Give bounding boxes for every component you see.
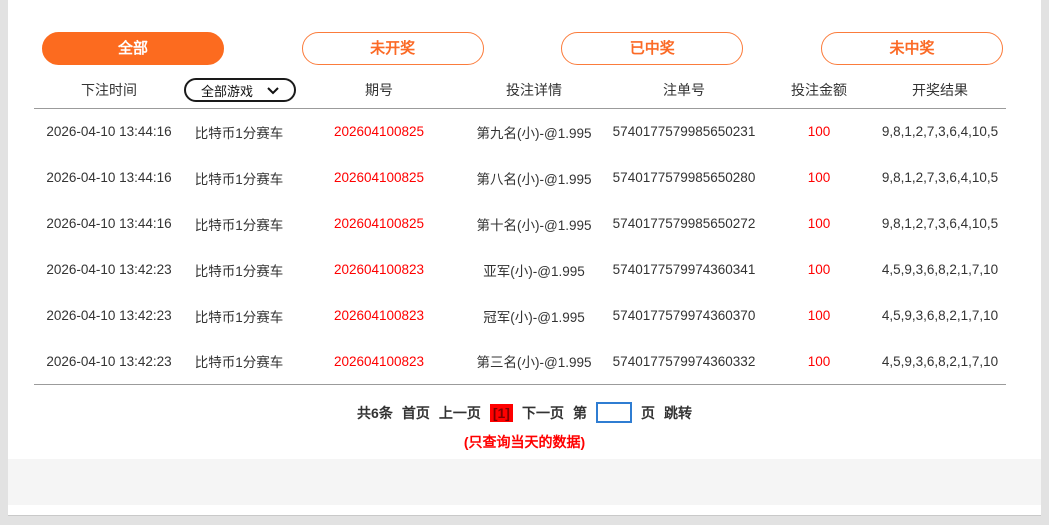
bet-records-panel: 全部 未开奖 已中奖 未中奖 下注时间 全部游戏 <box>8 0 1041 459</box>
game-name-cell: 比特币1分赛车 <box>184 247 294 293</box>
draw-result-cell: 9,8,1,2,7,3,6,4,10,5 <box>874 155 1006 201</box>
next-page-link[interactable]: 下一页 <box>522 403 564 423</box>
bet-time-cell: 2026-04-10 13:42:23 <box>34 247 184 293</box>
bet-time-cell: 2026-04-10 13:44:16 <box>34 109 184 155</box>
period-number-cell: 202604100825 <box>294 155 464 201</box>
draw-result-cell: 9,8,1,2,7,3,6,4,10,5 <box>874 201 1006 247</box>
bet-amount-cell: 100 <box>764 201 874 247</box>
bet-time-cell: 2026-04-10 13:42:23 <box>34 339 184 385</box>
chevron-down-icon <box>267 87 279 95</box>
header-period: 期号 <box>294 78 464 109</box>
bet-detail-cell: 冠军(小)-@1.995 <box>464 293 604 339</box>
header-order-number: 注单号 <box>604 78 764 109</box>
table-row: 2026-04-10 13:44:16 比特币1分赛车 202604100825… <box>34 155 1006 201</box>
order-number-cell: 5740177579985650272 <box>604 201 764 247</box>
header-bet-amount: 投注金额 <box>764 78 874 109</box>
page-number-input[interactable] <box>596 402 632 423</box>
pagination: 共6条 首页 上一页 [1] 下一页 第 页 跳转 <box>8 402 1041 423</box>
bet-time-cell: 2026-04-10 13:44:16 <box>34 155 184 201</box>
bet-detail-cell: 第十名(小)-@1.995 <box>464 201 604 247</box>
table-row: 2026-04-10 13:42:23 比特币1分赛车 202604100823… <box>34 339 1006 385</box>
draw-result-cell: 4,5,9,3,6,8,2,1,7,10 <box>874 293 1006 339</box>
period-number-cell: 202604100825 <box>294 109 464 155</box>
filter-all-button[interactable]: 全部 <box>42 32 224 65</box>
first-page-link[interactable]: 首页 <box>402 403 430 423</box>
bet-amount-cell: 100 <box>764 109 874 155</box>
bet-detail-cell: 第九名(小)-@1.995 <box>464 109 604 155</box>
draw-result-cell: 4,5,9,3,6,8,2,1,7,10 <box>874 247 1006 293</box>
jump-button[interactable]: 跳转 <box>664 403 692 423</box>
filter-not-won-button[interactable]: 未中奖 <box>821 32 1003 65</box>
bet-amount-cell: 100 <box>764 339 874 385</box>
bet-amount-cell: 100 <box>764 293 874 339</box>
bet-amount-cell: 100 <box>764 155 874 201</box>
period-number-cell: 202604100823 <box>294 247 464 293</box>
filter-not-drawn-button[interactable]: 未开奖 <box>302 32 484 65</box>
bet-records-table-wrap: 下注时间 全部游戏 期号 投注详情 注单号 投注金额 开奖结果 <box>8 65 1041 385</box>
period-number-cell: 202604100823 <box>294 293 464 339</box>
total-count-label: 共6条 <box>357 403 393 423</box>
game-name-cell: 比特币1分赛车 <box>184 109 294 155</box>
game-name-cell: 比特币1分赛车 <box>184 201 294 247</box>
header-bet-time: 下注时间 <box>34 78 184 109</box>
lower-gray-area <box>8 459 1041 505</box>
filter-tabs: 全部 未开奖 已中奖 未中奖 <box>8 0 1041 65</box>
table-row: 2026-04-10 13:44:16 比特币1分赛车 202604100825… <box>34 201 1006 247</box>
header-bet-detail: 投注详情 <box>464 78 604 109</box>
page-prefix-label: 第 <box>573 403 587 423</box>
bet-detail-cell: 亚军(小)-@1.995 <box>464 247 604 293</box>
order-number-cell: 5740177579974360332 <box>604 339 764 385</box>
bet-time-cell: 2026-04-10 13:42:23 <box>34 293 184 339</box>
game-name-cell: 比特币1分赛车 <box>184 155 294 201</box>
bet-records-table: 下注时间 全部游戏 期号 投注详情 注单号 投注金额 开奖结果 <box>34 78 1006 385</box>
draw-result-cell: 4,5,9,3,6,8,2,1,7,10 <box>874 339 1006 385</box>
bet-time-cell: 2026-04-10 13:44:16 <box>34 201 184 247</box>
order-number-cell: 5740177579985650231 <box>604 109 764 155</box>
game-name-cell: 比特币1分赛车 <box>184 339 294 385</box>
footer-bar <box>8 505 1041 516</box>
header-game-cell: 全部游戏 <box>184 78 294 109</box>
filter-won-button[interactable]: 已中奖 <box>561 32 743 65</box>
order-number-cell: 5740177579974360341 <box>604 247 764 293</box>
period-number-cell: 202604100825 <box>294 201 464 247</box>
bet-detail-cell: 第八名(小)-@1.995 <box>464 155 604 201</box>
prev-page-link[interactable]: 上一页 <box>439 403 481 423</box>
order-number-cell: 5740177579985650280 <box>604 155 764 201</box>
game-select-value: 全部游戏 <box>201 81 253 100</box>
order-number-cell: 5740177579974360370 <box>604 293 764 339</box>
game-name-cell: 比特币1分赛车 <box>184 293 294 339</box>
table-row: 2026-04-10 13:42:23 比特币1分赛车 202604100823… <box>34 293 1006 339</box>
bet-detail-cell: 第三名(小)-@1.995 <box>464 339 604 385</box>
table-row: 2026-04-10 13:42:23 比特币1分赛车 202604100823… <box>34 247 1006 293</box>
table-header-row: 下注时间 全部游戏 期号 投注详情 注单号 投注金额 开奖结果 <box>34 78 1006 109</box>
draw-result-cell: 9,8,1,2,7,3,6,4,10,5 <box>874 109 1006 155</box>
header-draw-result: 开奖结果 <box>874 78 1006 109</box>
today-only-note: (只查询当天的数据) <box>8 432 1041 452</box>
period-number-cell: 202604100823 <box>294 339 464 385</box>
bet-amount-cell: 100 <box>764 247 874 293</box>
table-row: 2026-04-10 13:44:16 比特币1分赛车 202604100825… <box>34 109 1006 155</box>
page-suffix-label: 页 <box>641 403 655 423</box>
game-filter-select[interactable]: 全部游戏 <box>184 78 296 102</box>
current-page-indicator: [1] <box>490 404 513 422</box>
